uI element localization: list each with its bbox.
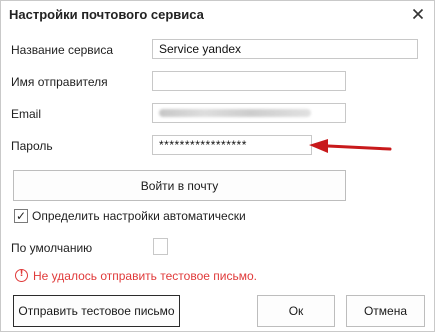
- default-checkbox[interactable]: [153, 238, 168, 255]
- sender-name-input[interactable]: [152, 71, 346, 91]
- error-message: Не удалось отправить тестовое письмо.: [33, 269, 257, 283]
- dialog-title: Настройки почтового сервиса: [9, 7, 204, 22]
- ok-button[interactable]: Ок: [257, 295, 335, 327]
- email-input[interactable]: [152, 103, 346, 123]
- email-blurred-value: [159, 109, 311, 117]
- red-arrow-annotation: [309, 139, 392, 153]
- close-icon[interactable]: [409, 5, 427, 23]
- error-icon: !: [15, 269, 28, 282]
- default-label: По умолчанию: [11, 241, 93, 255]
- login-button[interactable]: Войти в почту: [13, 170, 346, 201]
- send-test-email-button[interactable]: Отправить тестовое письмо: [13, 295, 180, 327]
- password-input[interactable]: [152, 135, 312, 155]
- sender-name-label: Имя отправителя: [11, 75, 108, 89]
- service-name-label: Название сервиса: [11, 43, 114, 57]
- cancel-button[interactable]: Отмена: [346, 295, 425, 327]
- email-label: Email: [11, 107, 42, 121]
- auto-settings-label: Определить настройки автоматически: [32, 209, 246, 223]
- title-bar: Настройки почтового сервиса: [1, 1, 434, 29]
- checkmark-icon: ✓: [16, 209, 27, 223]
- service-name-input[interactable]: [152, 39, 418, 59]
- password-label: Пароль: [11, 139, 53, 153]
- mail-settings-dialog: Настройки почтового сервиса Название сер…: [0, 0, 435, 332]
- auto-settings-checkbox[interactable]: ✓: [14, 209, 28, 223]
